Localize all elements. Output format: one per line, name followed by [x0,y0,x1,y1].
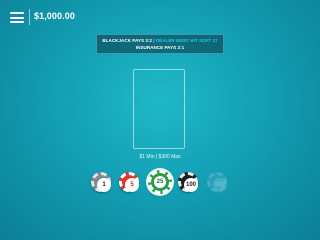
menu-icon-bar [10,12,24,14]
menu-icon-bar [10,16,24,19]
rules-line-1: BLACKJACK PAYS 3:2 | DEALER MUST HIT SOF… [97,37,223,44]
header-divider [29,9,30,25]
rules-banner: BLACKJACK PAYS 3:2 | DEALER MUST HIT SOF… [96,34,224,54]
insurance-rule-text: INSURANCE PAYS 2:1 [135,45,185,50]
chip-500-label: 500 [213,178,227,192]
chip-100[interactable]: 100 [178,172,198,192]
chip-25-selected[interactable]: 25 [148,170,172,194]
chip-5[interactable]: 5 [119,172,139,192]
chip-500-disabled: 500 [207,172,227,192]
blackjack-payout-text: BLACKJACK PAYS 3:2 [102,38,152,43]
rules-separator: | [153,38,155,43]
chip-5-label: 5 [125,178,139,192]
chip-1-label: 1 [97,178,111,192]
chip-25-label: 25 [154,176,166,188]
dealer-rule-text: DEALER MUST HIT SOFT 17 [155,38,218,43]
menu-icon-bar [10,21,24,23]
balance-display: $1,000.00 [34,11,75,21]
chip-100-label: 100 [184,178,198,192]
menu-icon[interactable] [10,12,24,23]
bet-area[interactable] [133,69,185,149]
chip-1[interactable]: 1 [91,172,111,192]
table-limits: $1 Min | $300 Max [139,154,181,160]
